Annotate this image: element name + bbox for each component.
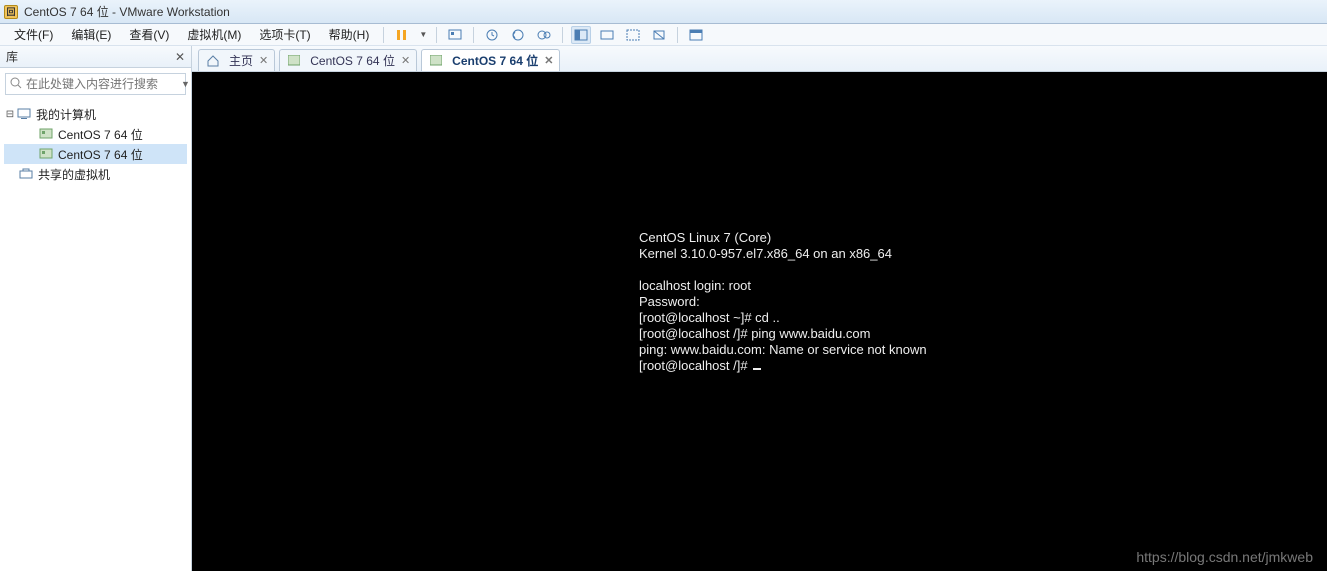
cursor-icon	[753, 368, 761, 370]
tab-label: 主页	[229, 52, 253, 69]
fullscreen-button[interactable]	[623, 26, 643, 44]
console-line: CentOS Linux 7 (Core)	[639, 230, 771, 245]
vm-console[interactable]: CentOS Linux 7 (Core) Kernel 3.10.0-957.…	[192, 72, 1327, 571]
console-text: CentOS Linux 7 (Core) Kernel 3.10.0-957.…	[639, 230, 927, 374]
tab-home[interactable]: 主页 ✕	[198, 49, 275, 71]
app-icon: 回	[4, 5, 18, 19]
separator	[677, 27, 678, 43]
menu-tabs[interactable]: 选项卡(T)	[251, 24, 318, 45]
window-title: CentOS 7 64 位 - VMware Workstation	[24, 3, 230, 20]
console-line: ping: www.baidu.com: Name or service not…	[639, 342, 927, 357]
shared-icon	[18, 166, 34, 182]
tab-vm-0[interactable]: CentOS 7 64 位 ✕	[279, 49, 417, 71]
separator	[473, 27, 474, 43]
search-input[interactable]	[26, 77, 181, 91]
tab-label: CentOS 7 64 位	[310, 52, 395, 69]
separator	[436, 27, 437, 43]
dropdown-arrow-icon[interactable]: ▼	[418, 26, 428, 44]
unity-button[interactable]	[649, 26, 669, 44]
search-dropdown-icon[interactable]: ▼	[181, 79, 190, 89]
snapshot-revert-button[interactable]	[508, 26, 528, 44]
vm-icon	[286, 53, 302, 69]
watermark: https://blog.csdn.net/jmkweb	[1136, 549, 1313, 565]
menubar: 文件(F) 编辑(E) 查看(V) 虚拟机(M) 选项卡(T) 帮助(H) ▼	[0, 24, 1327, 46]
console-line: [root@localhost ~]# cd ..	[639, 310, 780, 325]
console-line: Password:	[639, 294, 700, 309]
tree-root-label: 我的计算机	[36, 106, 96, 123]
menu-file[interactable]: 文件(F)	[6, 24, 61, 45]
send-ctrl-alt-del-button[interactable]	[445, 26, 465, 44]
menu-vm[interactable]: 虚拟机(M)	[179, 24, 249, 45]
pause-button[interactable]	[392, 26, 412, 44]
console-line: [root@localhost /]#	[639, 358, 751, 373]
snapshot-button[interactable]	[482, 26, 502, 44]
snapshot-manager-button[interactable]	[534, 26, 554, 44]
sidebar-header: 库 ✕	[0, 46, 191, 68]
tab-close-icon[interactable]: ✕	[401, 54, 410, 67]
separator	[562, 27, 563, 43]
tree-item-vm-0[interactable]: CentOS 7 64 位	[4, 124, 187, 144]
menu-help[interactable]: 帮助(H)	[321, 24, 378, 45]
sidebar-title: 库	[6, 48, 18, 65]
tree-shared-label: 共享的虚拟机	[38, 166, 110, 183]
tree-item-vm-1[interactable]: CentOS 7 64 位	[4, 144, 187, 164]
library-button[interactable]	[686, 26, 706, 44]
console-line: Kernel 3.10.0-957.el7.x86_64 on an x86_6…	[639, 246, 892, 261]
vm-icon	[38, 146, 54, 162]
collapse-icon[interactable]: ⊟	[4, 109, 16, 120]
window-titlebar: 回 CentOS 7 64 位 - VMware Workstation	[0, 0, 1327, 24]
tree-root-my-computer[interactable]: ⊟ 我的计算机	[4, 104, 187, 124]
console-line: [root@localhost /]# ping www.baidu.com	[639, 326, 870, 341]
vm-icon	[38, 126, 54, 142]
thumbnail-view-button[interactable]	[597, 26, 617, 44]
console-line: localhost login: root	[639, 278, 751, 293]
tree-item-label: CentOS 7 64 位	[58, 126, 143, 143]
tab-close-icon[interactable]: ✕	[544, 54, 553, 67]
tabstrip: 主页 ✕ CentOS 7 64 位 ✕ CentOS 7 64 位 ✕	[192, 46, 1327, 72]
tab-vm-1[interactable]: CentOS 7 64 位 ✕	[421, 49, 560, 71]
computer-icon	[16, 106, 32, 122]
menu-edit[interactable]: 编辑(E)	[63, 24, 119, 45]
sidebar-search[interactable]: ▼	[5, 73, 186, 95]
separator	[383, 27, 384, 43]
tab-close-icon[interactable]: ✕	[259, 54, 268, 67]
vm-icon	[428, 53, 444, 69]
sidebar-tree: ⊟ 我的计算机 CentOS 7 64 位 CentOS 7 64 位 共享的虚…	[0, 100, 191, 188]
search-icon	[10, 77, 22, 92]
library-sidebar: 库 ✕ ▼ ⊟ 我的计算机 CentOS 7 64 位 CentOS 7 64 …	[0, 46, 192, 571]
menu-view[interactable]: 查看(V)	[121, 24, 177, 45]
tab-label: CentOS 7 64 位	[452, 52, 538, 69]
close-sidebar-icon[interactable]: ✕	[175, 50, 185, 64]
main-content: 主页 ✕ CentOS 7 64 位 ✕ CentOS 7 64 位 ✕ Cen…	[192, 46, 1327, 571]
console-view-button[interactable]	[571, 26, 591, 44]
tree-item-label: CentOS 7 64 位	[58, 146, 143, 163]
home-icon	[205, 53, 221, 69]
tree-shared-vms[interactable]: 共享的虚拟机	[4, 164, 187, 184]
